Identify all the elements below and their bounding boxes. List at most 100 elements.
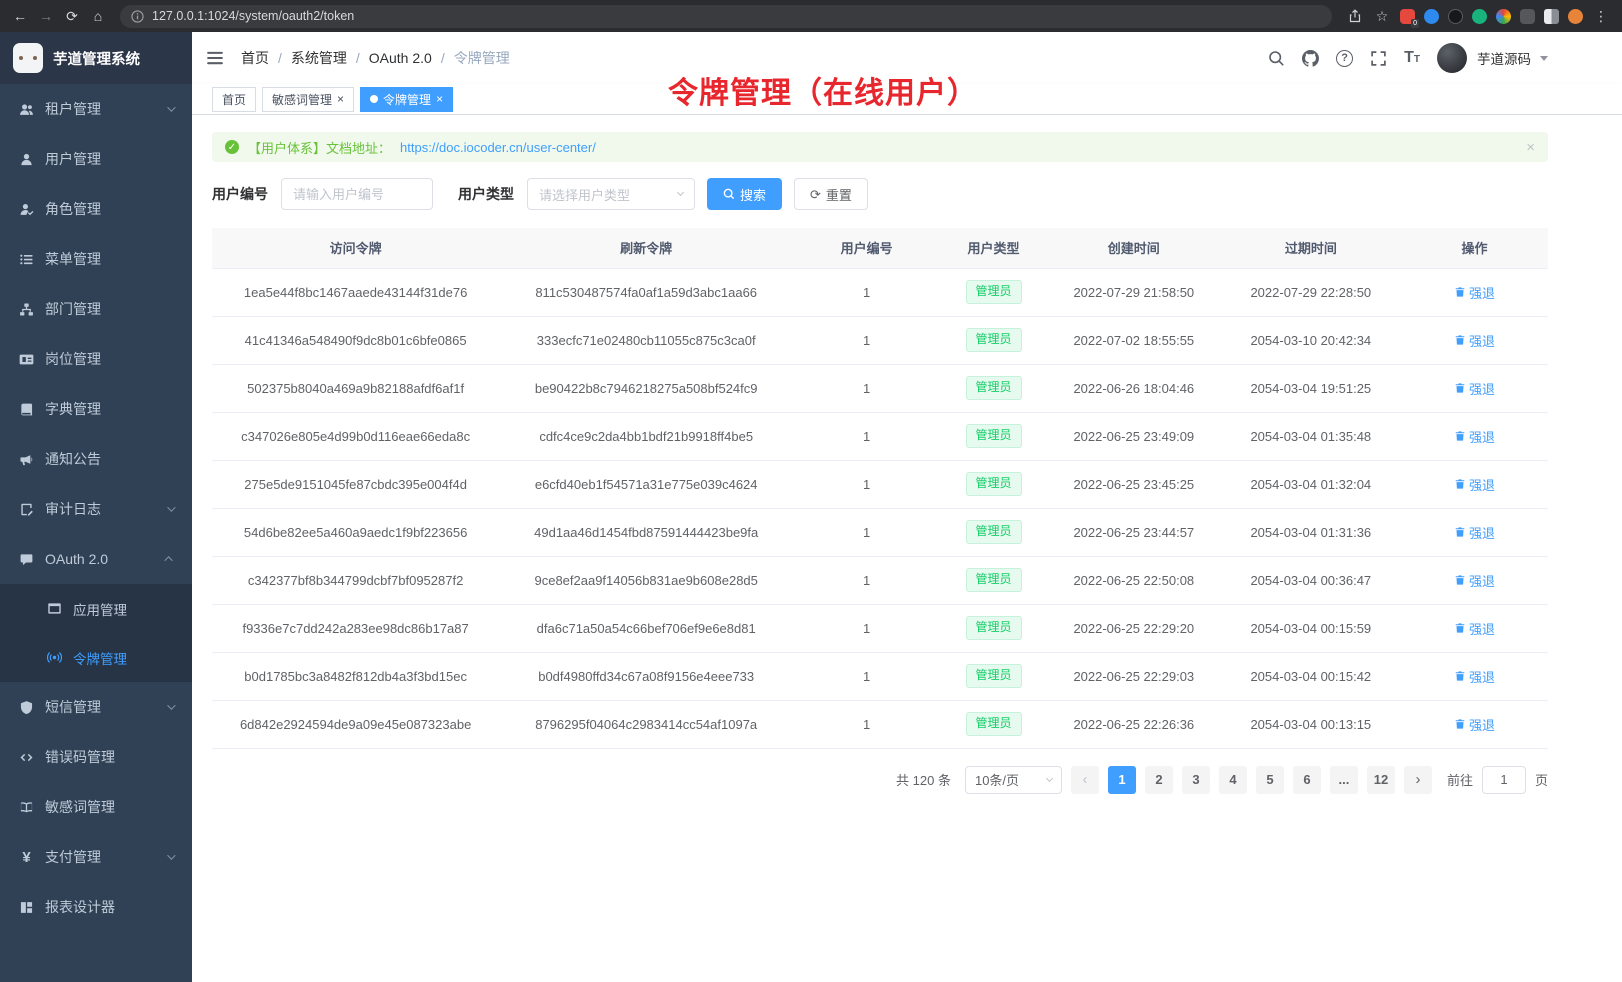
sidebar-item-post[interactable]: 岗位管理 — [0, 334, 192, 384]
sidebar-item-oauth-app[interactable]: 应用管理 — [0, 584, 192, 633]
sidebar-item-oauth-token[interactable]: 令牌管理 — [0, 633, 192, 682]
browser-reload-button[interactable]: ⟳ — [60, 4, 84, 28]
sidebar-item-tenant[interactable]: 租户管理 — [0, 84, 192, 134]
doc-link[interactable]: https://doc.iocoder.cn/user-center/ — [400, 140, 596, 155]
actions-cell: 强退 — [1401, 364, 1548, 412]
breadcrumb-oauth[interactable]: OAuth 2.0 — [369, 50, 432, 66]
force-logout-button[interactable]: 强退 — [1454, 427, 1495, 446]
expires-cell: 2054-03-04 01:32:04 — [1221, 460, 1401, 508]
sidebar-item-user[interactable]: 用户管理 — [0, 134, 192, 184]
table-row: c342377bf8b344799dcbf7bf095287f2 9ce8ef2… — [212, 556, 1548, 604]
hamburger-icon[interactable] — [206, 49, 224, 67]
expires-cell: 2054-03-04 00:13:15 — [1221, 700, 1401, 748]
next-page-button[interactable]: › — [1404, 766, 1432, 794]
tab-home[interactable]: 首页 — [212, 87, 256, 112]
pagination: 共 120 条 10条/页 ‹ 1 2 3 4 5 6 ... 12 › 前往 … — [212, 766, 1548, 794]
page-button-6[interactable]: 6 — [1293, 766, 1321, 794]
user-type-select[interactable]: 请选择用户类型 — [527, 178, 695, 210]
close-icon[interactable]: × — [337, 93, 344, 105]
force-logout-button[interactable]: 强退 — [1454, 571, 1495, 590]
force-logout-button[interactable]: 强退 — [1454, 379, 1495, 398]
table-row: f9336e7c7dd242a283ee98dc86b17a87 dfa6c71… — [212, 604, 1548, 652]
page-button-2[interactable]: 2 — [1145, 766, 1173, 794]
site-info-icon[interactable] — [131, 10, 144, 23]
goto-page-input[interactable] — [1482, 766, 1526, 794]
extension-red-icon[interactable]: 0 — [1400, 9, 1415, 24]
browser-menu-icon[interactable]: ⋮ — [1592, 7, 1610, 25]
created-cell: 2022-06-25 23:45:25 — [1047, 460, 1221, 508]
alert-close-icon[interactable]: × — [1526, 140, 1535, 155]
user-id-label: 用户编号 — [212, 184, 268, 204]
page-button-5[interactable]: 5 — [1256, 766, 1284, 794]
tab-sensitive-word[interactable]: 敏感词管理 × — [262, 87, 354, 112]
force-logout-button[interactable]: 强退 — [1454, 619, 1495, 638]
font-size-icon[interactable]: TT — [1404, 50, 1420, 66]
user-avatar[interactable] — [1437, 43, 1467, 73]
app-logo[interactable]: 芋道管理系统 — [0, 32, 192, 84]
user-type-badge: 管理员 — [966, 520, 1022, 544]
user-id-cell: 1 — [793, 556, 940, 604]
search-button[interactable]: 搜索 — [707, 178, 782, 210]
actions-cell: 强退 — [1401, 556, 1548, 604]
force-logout-button[interactable]: 强退 — [1454, 331, 1495, 350]
force-logout-button[interactable]: 强退 — [1454, 283, 1495, 302]
breadcrumb-home[interactable]: 首页 — [241, 48, 269, 68]
force-logout-button[interactable]: 强退 — [1454, 667, 1495, 686]
force-logout-button[interactable]: 强退 — [1454, 715, 1495, 734]
sidebar-item-sensitive[interactable]: 敏感词管理 — [0, 782, 192, 832]
user-id-input[interactable] — [281, 178, 433, 210]
github-icon[interactable] — [1302, 50, 1319, 67]
page-button-3[interactable]: 3 — [1182, 766, 1210, 794]
fullscreen-icon[interactable] — [1370, 50, 1387, 67]
force-logout-button[interactable]: 强退 — [1454, 523, 1495, 542]
browser-address-bar[interactable]: 127.0.0.1:1024/system/oauth2/token — [120, 5, 1332, 28]
page-ellipsis-button[interactable]: ... — [1330, 766, 1358, 794]
browser-forward-button[interactable]: → — [34, 4, 58, 28]
sidebar-item-pay[interactable]: ¥ 支付管理 — [0, 832, 192, 882]
force-logout-button[interactable]: 强退 — [1454, 475, 1495, 494]
actions-cell: 强退 — [1401, 652, 1548, 700]
profile-avatar-icon[interactable] — [1568, 9, 1583, 24]
sidebar-item-oauth[interactable]: OAuth 2.0 — [0, 534, 192, 584]
user-type-cell: 管理员 — [940, 364, 1047, 412]
page-button-4[interactable]: 4 — [1219, 766, 1247, 794]
chevron-down-icon — [167, 851, 175, 859]
reset-button[interactable]: ⟳ 重置 — [794, 178, 868, 210]
sidebar-item-dept[interactable]: 部门管理 — [0, 284, 192, 334]
sidebar-item-errcode[interactable]: 错误码管理 — [0, 732, 192, 782]
close-icon[interactable]: × — [436, 93, 443, 105]
extensions-puzzle-icon[interactable] — [1520, 9, 1535, 24]
extension-blue-icon[interactable] — [1424, 9, 1439, 24]
sidebar-item-menu[interactable]: 菜单管理 — [0, 234, 192, 284]
browser-home-button[interactable]: ⌂ — [86, 4, 110, 28]
access-token-cell: 41c41346a548490f9dc8b01c6bfe0865 — [212, 316, 499, 364]
browser-back-button[interactable]: ← — [8, 4, 32, 28]
username[interactable]: 芋道源码 — [1477, 48, 1531, 68]
user-type-cell: 管理员 — [940, 316, 1047, 364]
actions-cell: 强退 — [1401, 604, 1548, 652]
prev-page-button[interactable]: ‹ — [1071, 766, 1099, 794]
user-type-badge: 管理员 — [966, 472, 1022, 496]
access-token-cell: 54d6be82ee5a460a9aedc1f9bf223656 — [212, 508, 499, 556]
search-icon[interactable] — [1268, 50, 1285, 67]
page-size-select[interactable]: 10条/页 — [965, 766, 1062, 794]
extension-multicolor-icon[interactable] — [1496, 9, 1511, 24]
page-button-12[interactable]: 12 — [1367, 766, 1395, 794]
extension-green-icon[interactable] — [1472, 9, 1487, 24]
breadcrumb-system[interactable]: 系统管理 — [291, 48, 347, 68]
tab-token[interactable]: 令牌管理 × — [360, 87, 453, 112]
expires-cell: 2054-03-04 00:15:42 — [1221, 652, 1401, 700]
user-menu-caret-icon[interactable] — [1540, 56, 1548, 61]
share-icon[interactable] — [1346, 7, 1364, 25]
sidebar-item-notice[interactable]: 通知公告 — [0, 434, 192, 484]
help-icon[interactable]: ? — [1336, 50, 1353, 67]
sidebar-item-dict[interactable]: 字典管理 — [0, 384, 192, 434]
bookmark-star-icon[interactable]: ☆ — [1373, 7, 1391, 25]
sidebar-item-role[interactable]: 角色管理 — [0, 184, 192, 234]
extension-dark-icon[interactable] — [1448, 9, 1463, 24]
page-button-1[interactable]: 1 — [1108, 766, 1136, 794]
split-view-icon[interactable] — [1544, 9, 1559, 24]
sidebar-item-sms[interactable]: 短信管理 — [0, 682, 192, 732]
sidebar-item-report[interactable]: 报表设计器 — [0, 882, 192, 932]
sidebar-item-audit[interactable]: 审计日志 — [0, 484, 192, 534]
